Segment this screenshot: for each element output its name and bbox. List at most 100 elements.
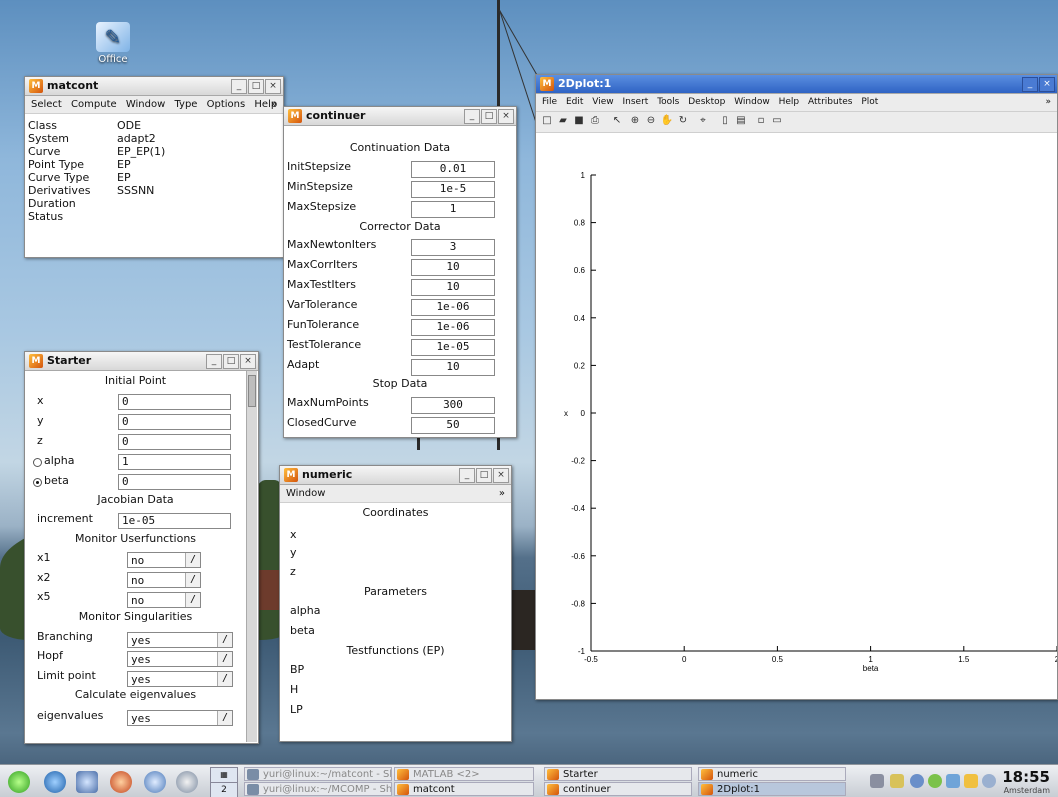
- menu-desktop[interactable]: Desktop: [688, 94, 725, 111]
- zoom-in-icon[interactable]: ⊕: [628, 114, 642, 128]
- maximize-button[interactable]: □: [223, 354, 239, 369]
- help-icon[interactable]: [176, 771, 198, 793]
- file-manager-icon[interactable]: [76, 771, 98, 793]
- plot-canvas[interactable]: 10.80.60.40.20-0.2-0.4-0.6-0.8-1-0.5 0 0.5…: [536, 133, 1057, 699]
- starter-titlebar[interactable]: M Starter _ □ ×: [25, 352, 258, 371]
- menu-window[interactable]: Window: [126, 96, 165, 113]
- close-button[interactable]: ×: [265, 79, 281, 94]
- z-input[interactable]: 0: [118, 434, 231, 450]
- starter-scrollbar[interactable]: [246, 371, 257, 742]
- status-icon[interactable]: [928, 774, 942, 788]
- x-input[interactable]: 0: [118, 394, 231, 410]
- menu-overflow-icon[interactable]: »: [1045, 94, 1051, 111]
- task-continuer[interactable]: continuer: [544, 782, 692, 796]
- volume-icon[interactable]: [982, 774, 996, 788]
- menu-select[interactable]: Select: [31, 96, 62, 113]
- max-test-iters-input[interactable]: 10: [411, 279, 495, 296]
- legend-icon[interactable]: ▤: [734, 114, 748, 128]
- pointer-icon[interactable]: ↖: [610, 114, 624, 128]
- colorbar-icon[interactable]: ▯: [718, 114, 732, 128]
- menu-overflow-icon[interactable]: »: [271, 96, 277, 113]
- menu-plot[interactable]: Plot: [861, 94, 878, 111]
- closed-curve-input[interactable]: 50: [411, 417, 495, 434]
- menu-file[interactable]: File: [542, 94, 557, 111]
- hopf-dropdown[interactable]: yes /: [127, 651, 233, 667]
- fun-tolerance-input[interactable]: 1e-06: [411, 319, 495, 336]
- new-figure-icon[interactable]: □: [540, 114, 554, 128]
- menu-help[interactable]: Help: [779, 94, 800, 111]
- numeric-titlebar[interactable]: M numeric _ □ ×: [280, 466, 511, 485]
- menu-window[interactable]: Window: [286, 485, 325, 502]
- minimize-button[interactable]: _: [464, 109, 480, 124]
- hide-plot-tools-icon[interactable]: ▫: [754, 114, 768, 128]
- scrollbar-thumb[interactable]: [248, 375, 256, 407]
- max-newton-iters-input[interactable]: 3: [411, 239, 495, 256]
- power-icon[interactable]: [964, 774, 978, 788]
- menu-type[interactable]: Type: [174, 96, 197, 113]
- task-numeric[interactable]: numeric: [698, 767, 846, 781]
- matcont-titlebar[interactable]: M matcont _ □ ×: [25, 77, 283, 96]
- rotate-icon[interactable]: ↻: [676, 114, 690, 128]
- menu-insert[interactable]: Insert: [622, 94, 648, 111]
- task-matlab[interactable]: MATLAB <2>: [394, 767, 534, 781]
- y-input[interactable]: 0: [118, 414, 231, 430]
- data-cursor-icon[interactable]: ⌖: [696, 114, 710, 128]
- maximize-button[interactable]: □: [248, 79, 264, 94]
- minimize-button[interactable]: _: [1022, 77, 1038, 92]
- close-button[interactable]: ×: [493, 468, 509, 483]
- x5-dropdown[interactable]: no /: [127, 592, 201, 608]
- beta-input[interactable]: 0: [118, 474, 231, 490]
- task-terminal-mcomp[interactable]: yuri@linux:~/MCOMP - She: [244, 782, 392, 796]
- display-icon[interactable]: [946, 774, 960, 788]
- init-stepsize-input[interactable]: 0.01: [411, 161, 495, 178]
- maximize-button[interactable]: □: [476, 468, 492, 483]
- 2dplot-titlebar[interactable]: M 2Dplot:1 _ ×: [536, 75, 1057, 94]
- menu-attributes[interactable]: Attributes: [808, 94, 852, 111]
- beta-radio[interactable]: [33, 478, 42, 487]
- clock[interactable]: 18:55: [1002, 768, 1050, 786]
- maximize-button[interactable]: □: [481, 109, 497, 124]
- menu-options[interactable]: Options: [207, 96, 246, 113]
- desktop-pager-1[interactable]: ▦: [210, 767, 238, 783]
- branching-dropdown[interactable]: yes /: [127, 632, 233, 648]
- x2-dropdown[interactable]: no /: [127, 572, 201, 588]
- pan-icon[interactable]: ✋: [660, 114, 674, 128]
- var-tolerance-input[interactable]: 1e-06: [411, 299, 495, 316]
- show-plot-tools-icon[interactable]: ▭: [770, 114, 784, 128]
- continuer-titlebar[interactable]: M continuer _ □ ×: [284, 107, 516, 126]
- adapt-input[interactable]: 10: [411, 359, 495, 376]
- x1-dropdown[interactable]: no /: [127, 552, 201, 568]
- close-button[interactable]: ×: [240, 354, 256, 369]
- max-stepsize-input[interactable]: 1: [411, 201, 495, 218]
- browser-icon[interactable]: [110, 771, 132, 793]
- clipboard-icon[interactable]: [870, 774, 884, 788]
- keyboard-layout-icon[interactable]: [890, 774, 904, 788]
- task-starter[interactable]: Starter: [544, 767, 692, 781]
- minimize-button[interactable]: _: [206, 354, 222, 369]
- alpha-radio[interactable]: [33, 458, 42, 467]
- max-num-points-input[interactable]: 300: [411, 397, 495, 414]
- desktop-pager-2[interactable]: 2: [210, 782, 238, 797]
- open-icon[interactable]: ▰: [556, 114, 570, 128]
- increment-input[interactable]: 1e-05: [118, 513, 231, 529]
- menu-view[interactable]: View: [592, 94, 613, 111]
- print-icon[interactable]: ⎙: [588, 114, 602, 128]
- min-stepsize-input[interactable]: 1e-5: [411, 181, 495, 198]
- home-folder-icon[interactable]: [44, 771, 66, 793]
- close-button[interactable]: ×: [1039, 77, 1055, 92]
- save-icon[interactable]: ■: [572, 114, 586, 128]
- office-desktop-icon[interactable]: ✎ Office: [86, 22, 140, 65]
- test-tolerance-input[interactable]: 1e-05: [411, 339, 495, 356]
- zoom-out-icon[interactable]: ⊖: [644, 114, 658, 128]
- start-menu-icon[interactable]: [8, 771, 30, 793]
- eigenvalues-dropdown[interactable]: yes /: [127, 710, 233, 726]
- update-icon[interactable]: [910, 774, 924, 788]
- task-2dplot[interactable]: 2Dplot:1: [698, 782, 846, 796]
- menu-overflow-icon[interactable]: »: [499, 485, 505, 502]
- close-button[interactable]: ×: [498, 109, 514, 124]
- menu-compute[interactable]: Compute: [71, 96, 117, 113]
- task-terminal-matcont[interactable]: yuri@linux:~/matcont - She: [244, 767, 392, 781]
- minimize-button[interactable]: _: [459, 468, 475, 483]
- menu-tools[interactable]: Tools: [657, 94, 679, 111]
- max-corr-iters-input[interactable]: 10: [411, 259, 495, 276]
